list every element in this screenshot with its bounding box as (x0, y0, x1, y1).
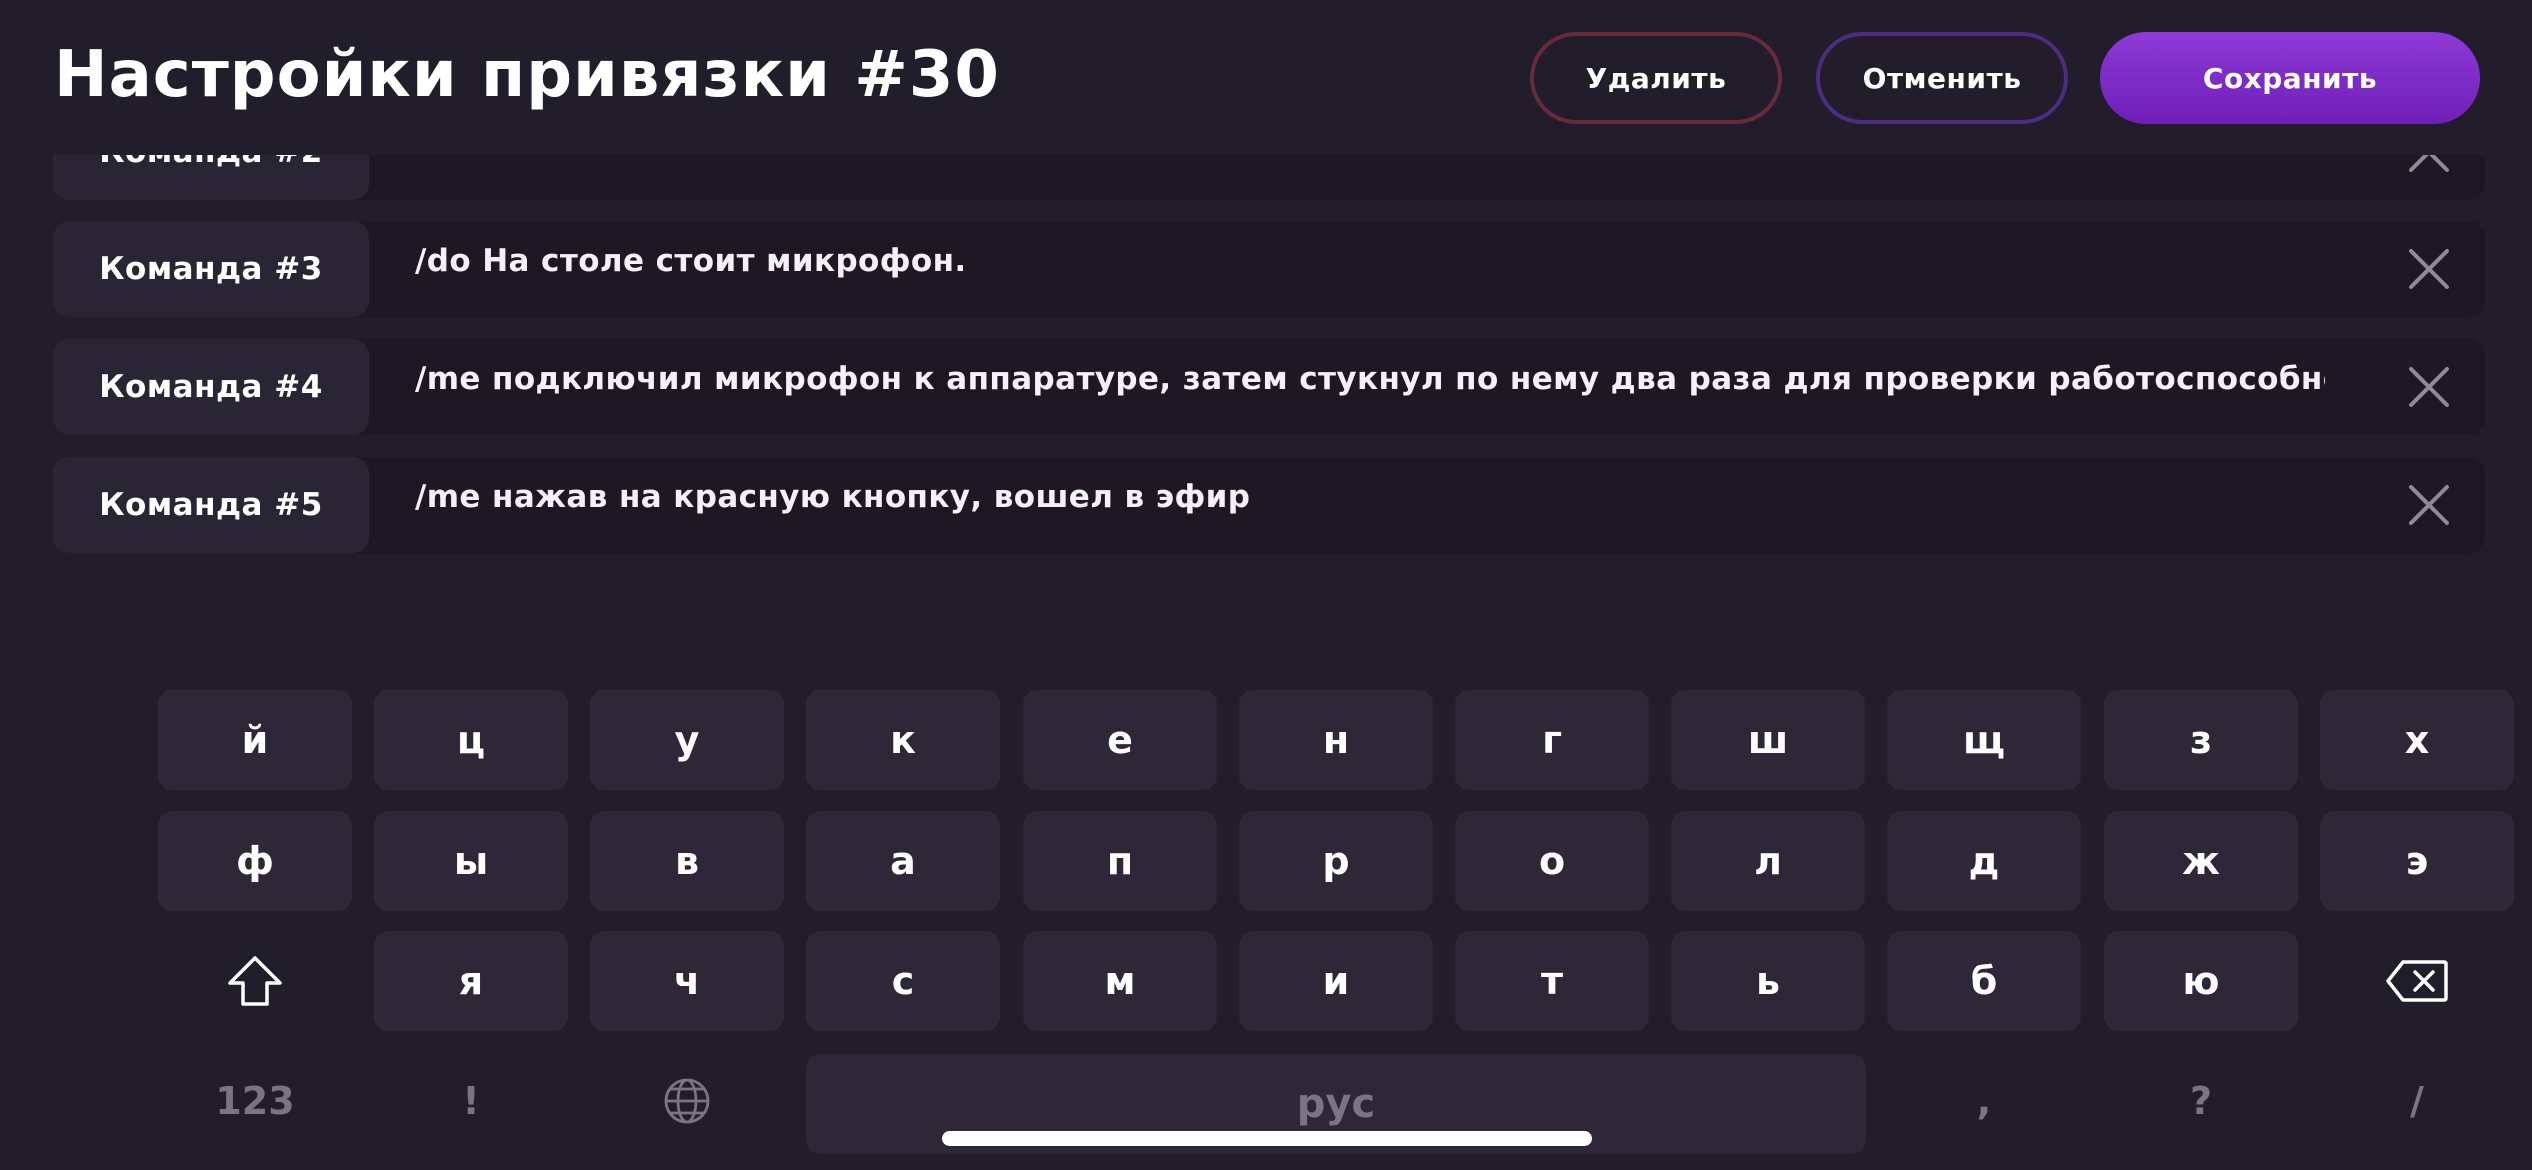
home-indicator (942, 1131, 1592, 1146)
command-label: Команда #3 (53, 221, 369, 317)
key[interactable]: ь (1671, 931, 1865, 1031)
command-input[interactable]: /me нажав на красную кнопку, вошел в эфи… (415, 479, 2325, 515)
key[interactable]: ф (158, 811, 352, 911)
header: Настройки привязки #30 Удалить Отменить … (0, 0, 2532, 155)
command-label: Команда #4 (53, 339, 369, 435)
command-label: Команда #5 (53, 457, 369, 553)
key[interactable]: д (1887, 811, 2081, 911)
key[interactable]: о (1455, 811, 1649, 911)
key[interactable]: б (1887, 931, 2081, 1031)
key[interactable]: ч (590, 931, 784, 1031)
close-icon[interactable] (2403, 243, 2455, 295)
key[interactable]: ? (2104, 1051, 2298, 1151)
key[interactable]: г (1455, 690, 1649, 790)
key[interactable]: й (158, 690, 352, 790)
key[interactable]: у (590, 690, 784, 790)
command-input[interactable]: /do На столе стоит микрофон. (415, 243, 2325, 279)
page-title: Настройки привязки #30 (54, 38, 1000, 112)
key[interactable]: м (1023, 931, 1217, 1031)
bind-settings-screen: Команда #2 Команда #3 /do На столе стоит… (0, 0, 2532, 1170)
delete-button[interactable]: Удалить (1530, 32, 1782, 124)
key[interactable]: я (374, 931, 568, 1031)
key[interactable]: э (2320, 811, 2514, 911)
key[interactable]: л (1671, 811, 1865, 911)
key[interactable]: ж (2104, 811, 2298, 911)
backspace-icon[interactable] (2320, 931, 2514, 1031)
cancel-button[interactable]: Отменить (1816, 32, 2068, 124)
key[interactable]: ю (2104, 931, 2298, 1031)
shift-icon[interactable] (158, 931, 352, 1031)
key[interactable]: щ (1887, 690, 2081, 790)
key[interactable]: ! (374, 1051, 568, 1151)
command-row-3[interactable]: Команда #3 /do На столе стоит микрофон. (53, 221, 2485, 317)
key[interactable]: т (1455, 931, 1649, 1031)
numbers-key[interactable]: 123 (158, 1051, 352, 1151)
close-icon[interactable] (2403, 361, 2455, 413)
key[interactable]: п (1023, 811, 1217, 911)
key[interactable]: р (1239, 811, 1433, 911)
key[interactable]: / (2320, 1051, 2514, 1151)
key[interactable]: с (806, 931, 1000, 1031)
key[interactable]: х (2320, 690, 2514, 790)
key[interactable]: ш (1671, 690, 1865, 790)
key[interactable]: ц (374, 690, 568, 790)
key[interactable]: з (2104, 690, 2298, 790)
key[interactable]: н (1239, 690, 1433, 790)
command-row-5[interactable]: Команда #5 /me нажав на красную кнопку, … (53, 457, 2485, 553)
key[interactable]: , (1887, 1051, 2081, 1151)
key[interactable]: е (1023, 690, 1217, 790)
save-button[interactable]: Сохранить (2100, 32, 2480, 124)
key[interactable]: к (806, 690, 1000, 790)
close-icon[interactable] (2403, 479, 2455, 531)
command-row-4[interactable]: Команда #4 /me подключил микрофон к аппа… (53, 339, 2485, 435)
key[interactable]: а (806, 811, 1000, 911)
command-input[interactable]: /me подключил микрофон к аппаратуре, зат… (415, 361, 2325, 397)
key[interactable]: в (590, 811, 784, 911)
globe-icon[interactable] (590, 1051, 784, 1151)
key[interactable]: и (1239, 931, 1433, 1031)
on-screen-keyboard: й ц у к е н г ш щ з х ф ы в а п р о л д … (0, 690, 2532, 1170)
key[interactable]: ы (374, 811, 568, 911)
